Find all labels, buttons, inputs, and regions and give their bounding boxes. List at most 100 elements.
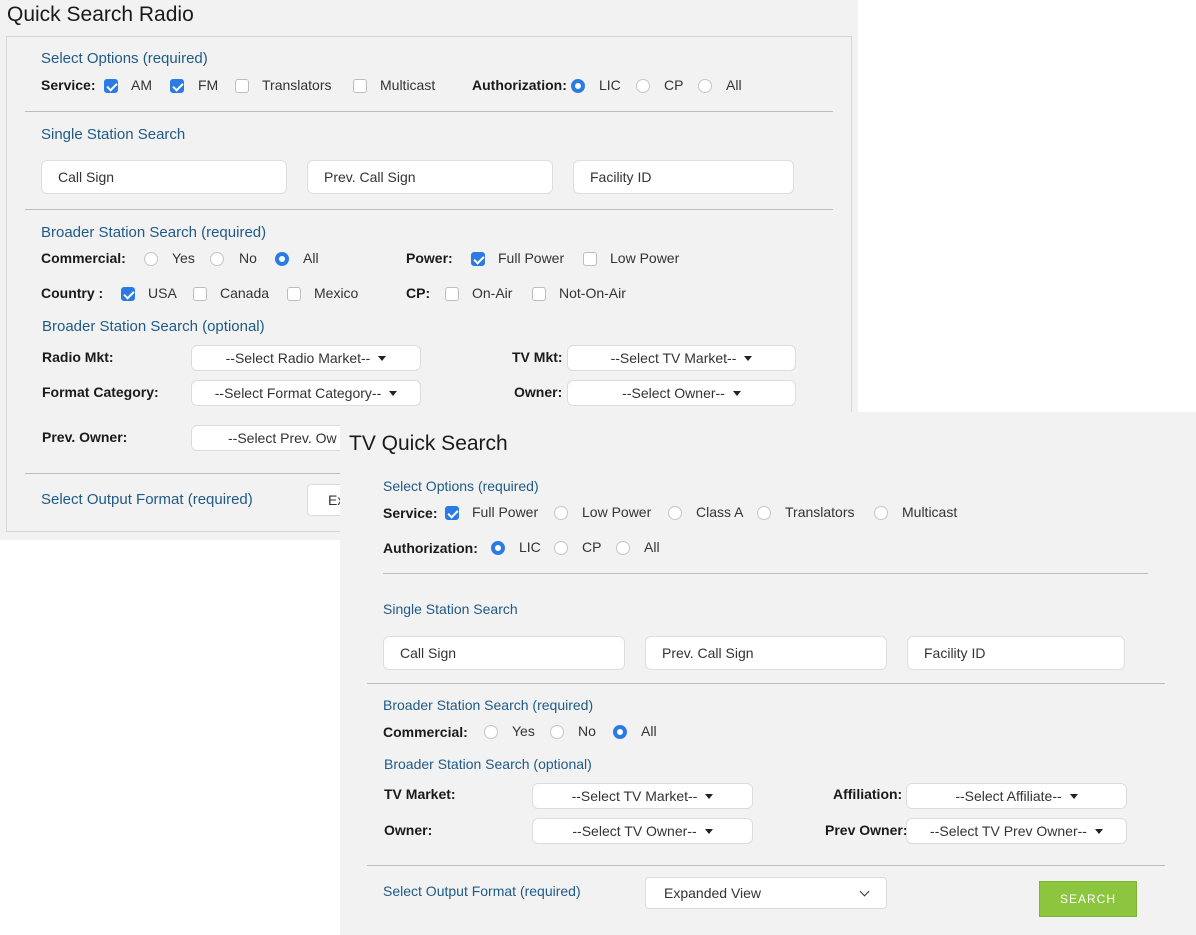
radio-service-fm-checkbox[interactable]	[170, 79, 184, 93]
tv-service-low-power-label: Low Power	[582, 504, 652, 520]
tv-facility-id-input[interactable]	[907, 636, 1125, 670]
caret-down-icon	[705, 793, 714, 799]
tv-auth-cp-radio[interactable]	[554, 541, 568, 555]
tv-owner-dropdown[interactable]: --Select TV Owner--	[532, 818, 753, 844]
search-button[interactable]: SEARCH	[1039, 881, 1137, 917]
radio-tv-mkt-label: TV Mkt:	[512, 349, 563, 365]
tv-market-value: --Select TV Market--	[571, 788, 698, 804]
radio-divider-1	[25, 111, 833, 112]
tv-call-sign-input[interactable]	[383, 636, 625, 670]
radio-service-am-checkbox[interactable]	[104, 79, 118, 93]
tv-broader-required-heading: Broader Station Search (required)	[383, 697, 594, 713]
radio-commercial-no-radio[interactable]	[210, 252, 224, 266]
radio-service-multicast-label: Multicast	[380, 77, 436, 93]
radio-country-mexico-checkbox[interactable]	[287, 287, 301, 301]
tv-commercial-no-label: No	[578, 723, 596, 739]
radio-service-translators-label: Translators	[262, 77, 332, 93]
radio-country-usa-checkbox[interactable]	[121, 287, 135, 301]
tv-commercial-yes-radio[interactable]	[484, 725, 498, 739]
tv-affiliation-dropdown[interactable]: --Select Affiliate--	[906, 783, 1127, 809]
radio-power-low-checkbox[interactable]	[583, 252, 597, 266]
tv-service-class-a-radio[interactable]	[668, 506, 682, 520]
caret-down-icon	[704, 828, 713, 834]
tv-service-multicast-radio[interactable]	[874, 506, 888, 520]
tv-divider-1	[383, 573, 1148, 574]
tv-page-title: TV Quick Search	[349, 432, 508, 455]
radio-service-multicast-checkbox[interactable]	[353, 79, 367, 93]
radio-tv-market-dropdown[interactable]: --Select TV Market--	[567, 345, 796, 371]
radio-cp-on-air-checkbox[interactable]	[445, 287, 459, 301]
radio-country-mexico-label: Mexico	[314, 285, 359, 301]
tv-authorization-label: Authorization:	[383, 540, 478, 556]
radio-prev-call-sign-input[interactable]	[307, 160, 553, 194]
caret-down-icon	[732, 390, 741, 396]
radio-country-label: Country :	[41, 285, 104, 301]
caret-down-icon	[378, 355, 387, 361]
radio-select-options-heading: Select Options (required)	[41, 50, 208, 67]
tv-commercial-yes-label: Yes	[512, 723, 535, 739]
radio-service-fm-label: FM	[198, 77, 219, 93]
tv-auth-lic-label: LIC	[519, 539, 541, 555]
tv-commercial-all-radio[interactable]	[613, 725, 627, 739]
tv-auth-lic-radio[interactable]	[491, 541, 505, 555]
tv-prev-owner-dropdown[interactable]: --Select TV Prev Owner--	[906, 818, 1127, 844]
radio-power-full-checkbox[interactable]	[471, 252, 485, 266]
radio-auth-cp-label: CP	[664, 77, 684, 93]
tv-prev-call-sign-input[interactable]	[645, 636, 887, 670]
tv-market-dropdown[interactable]: --Select TV Market--	[532, 783, 753, 809]
radio-facility-id-input[interactable]	[573, 160, 794, 194]
tv-commercial-label: Commercial:	[383, 724, 468, 740]
tv-divider-3	[367, 865, 1165, 866]
radio-commercial-all-radio[interactable]	[275, 252, 289, 266]
radio-call-sign-input[interactable]	[41, 160, 287, 194]
tv-auth-all-radio[interactable]	[616, 541, 630, 555]
radio-cp-on-air-label: On-Air	[472, 285, 513, 301]
radio-commercial-all-label: All	[303, 250, 319, 266]
tv-select-options-heading: Select Options (required)	[383, 478, 539, 494]
tv-commercial-no-radio[interactable]	[550, 725, 564, 739]
radio-page-title: Quick Search Radio	[7, 3, 194, 26]
radio-cp-label: CP:	[406, 285, 431, 301]
tv-affiliation-label: Affiliation:	[833, 786, 903, 802]
radio-country-canada-label: Canada	[220, 285, 270, 301]
radio-prev-owner-value: --Select Prev. Ow	[228, 430, 337, 446]
radio-owner-value: --Select Owner--	[622, 385, 725, 401]
radio-service-translators-checkbox[interactable]	[235, 79, 249, 93]
tv-service-low-power-radio[interactable]	[554, 506, 568, 520]
tv-owner-value: --Select TV Owner--	[572, 823, 697, 839]
tv-service-translators-radio[interactable]	[757, 506, 771, 520]
radio-auth-all-radio[interactable]	[698, 79, 712, 93]
tv-affiliation-value: --Select Affiliate--	[955, 788, 1062, 804]
caret-down-icon	[1069, 793, 1078, 799]
radio-owner-label: Owner:	[514, 384, 563, 400]
radio-country-usa-label: USA	[148, 285, 177, 301]
radio-authorization-label: Authorization:	[472, 77, 567, 93]
radio-cp-not-on-air-label: Not-On-Air	[559, 285, 626, 301]
radio-owner-dropdown[interactable]: --Select Owner--	[567, 380, 796, 406]
radio-mkt-label: Radio Mkt:	[42, 349, 114, 365]
tv-quick-search-panel: TV Quick Search Select Options (required…	[340, 412, 1196, 935]
radio-power-label: Power:	[406, 250, 453, 266]
radio-commercial-no-label: No	[239, 250, 257, 266]
radio-tv-market-value: --Select TV Market--	[610, 350, 737, 366]
radio-country-canada-checkbox[interactable]	[193, 287, 207, 301]
radio-cp-not-on-air-checkbox[interactable]	[532, 287, 546, 301]
radio-auth-all-label: All	[726, 77, 742, 93]
tv-output-format-heading: Select Output Format (required)	[383, 883, 581, 899]
radio-auth-lic-radio[interactable]	[571, 79, 585, 93]
tv-output-format-value: Expanded View	[664, 885, 762, 901]
radio-market-value: --Select Radio Market--	[225, 350, 371, 366]
radio-prev-owner-label: Prev. Owner:	[42, 429, 128, 445]
radio-market-dropdown[interactable]: --Select Radio Market--	[191, 345, 421, 371]
tv-output-format-select[interactable]: Expanded View	[645, 877, 887, 909]
radio-commercial-yes-label: Yes	[172, 250, 195, 266]
radio-commercial-yes-radio[interactable]	[144, 252, 158, 266]
tv-auth-all-label: All	[644, 539, 660, 555]
radio-single-search-heading: Single Station Search	[41, 126, 186, 143]
tv-service-multicast-label: Multicast	[902, 504, 958, 520]
tv-service-full-power-checkbox[interactable]	[445, 506, 459, 520]
tv-broader-optional-heading: Broader Station Search (optional)	[384, 756, 592, 772]
radio-format-category-dropdown[interactable]: --Select Format Category--	[191, 380, 421, 406]
radio-auth-cp-radio[interactable]	[636, 79, 650, 93]
tv-owner-label: Owner:	[384, 822, 433, 838]
